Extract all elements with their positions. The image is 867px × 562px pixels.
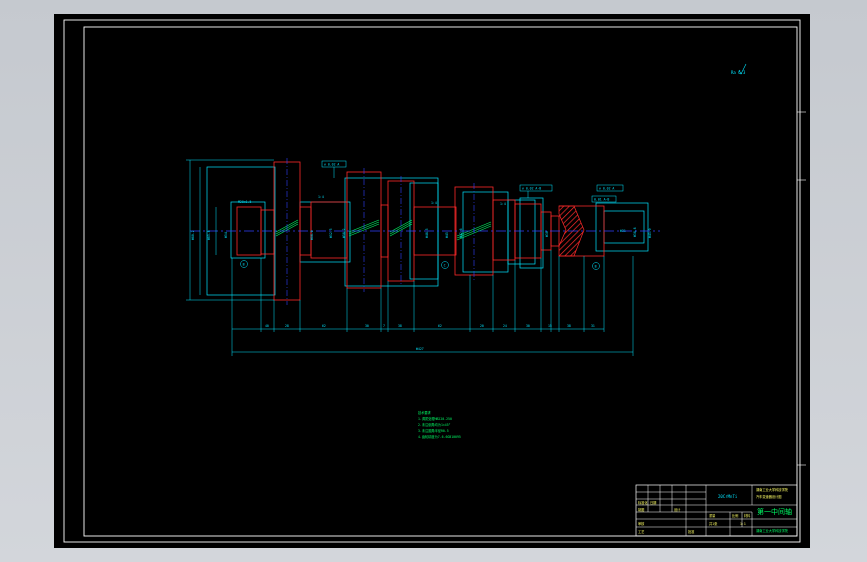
helix-label-mid: 1:4 bbox=[431, 201, 437, 205]
dim-1: 40 bbox=[265, 324, 269, 328]
dim-9: 24 bbox=[503, 324, 507, 328]
diameter-label-11: Φ38.8 bbox=[633, 227, 637, 237]
thread-label: M20x1.5 bbox=[238, 200, 252, 204]
diameter-label-4: Φ68.0 bbox=[310, 230, 314, 240]
tb-subtitle: 汽车变速器设计图 bbox=[756, 494, 782, 499]
tb-material: 材料 bbox=[744, 513, 751, 518]
tb-approve: 批准 bbox=[688, 529, 695, 534]
dim-2: 28 bbox=[285, 324, 289, 328]
helix-label-right: 1:4 bbox=[500, 202, 506, 206]
diameter-label-2: Φ65.8 bbox=[207, 230, 211, 240]
diameter-label-10: Φ30 bbox=[545, 231, 549, 237]
dim-7: 62 bbox=[438, 324, 442, 328]
helix-label-left: 1:4 bbox=[318, 195, 324, 199]
diameter-label-12: Φ31 bbox=[620, 229, 626, 233]
notes-title: 技术要求 bbox=[418, 410, 432, 415]
diameter-label-3: Φ54 bbox=[224, 232, 228, 238]
roughness-text: Ra 6.3 bbox=[731, 70, 746, 75]
note-item-3: 3.未注圆角半径R0.5 bbox=[418, 428, 449, 433]
tb-footer: 湖南工业大学科技学院 bbox=[756, 528, 789, 533]
diameter-label-5: Φ52.5 bbox=[329, 228, 333, 238]
diameter-label-1: Φ80.2 bbox=[191, 230, 195, 240]
dim-10: 30 bbox=[526, 324, 530, 328]
diameter-label-7: Φ48.5 bbox=[425, 228, 429, 238]
dim-8: 20 bbox=[480, 324, 484, 328]
tb-designer: 设计 bbox=[674, 507, 681, 512]
cad-viewport[interactable]: Ra 6.3 Φ80.2 Φ65.8 Φ54 Φ68.0 Φ52.5 Φ58.2… bbox=[0, 0, 867, 562]
drawing-canvas[interactable]: Ra 6.3 Φ80.2 Φ65.8 Φ54 Φ68.0 Φ52.5 Φ58.2… bbox=[0, 0, 867, 562]
diameter-label-13: Φ45.9 bbox=[648, 228, 652, 238]
dim-13: 31 bbox=[591, 324, 595, 328]
diameter-label-9: Φ42.6 bbox=[459, 228, 463, 238]
canvas-background bbox=[54, 14, 810, 548]
dim-5: 7 bbox=[383, 324, 385, 328]
dim-3: 62 bbox=[322, 324, 326, 328]
tb-standard: 标准化 bbox=[638, 500, 648, 505]
note-item-2: 2.未注倒角均为1×45° bbox=[418, 422, 451, 427]
datum-c-text: B bbox=[595, 265, 597, 269]
gdt-right2-text: 0.01 A-B bbox=[594, 198, 609, 202]
dim-12: 38 bbox=[567, 324, 571, 328]
gdt-mid-text: ⌀ 0.02 A-B bbox=[522, 187, 541, 191]
tb-part-name: 第一中间轴 bbox=[757, 507, 792, 516]
tb-sheet: 共1张 bbox=[709, 521, 718, 526]
dim-4: 30 bbox=[365, 324, 369, 328]
dim-11: 15 bbox=[548, 324, 552, 328]
dim-total: Φ427 bbox=[416, 347, 424, 351]
datum-a-text: B bbox=[243, 263, 245, 267]
tb-date: 日期 bbox=[650, 500, 656, 505]
tb-school: 湖南工业大学科技学院 bbox=[756, 487, 789, 492]
note-item-4: 4.齿轮精度为7-6-6GB10095 bbox=[418, 434, 461, 439]
note-item-1: 1.调质处理HB220-250 bbox=[418, 416, 452, 421]
gdt-right-text: ⌀ 0.02 A bbox=[599, 187, 614, 191]
tb-process: 工艺 bbox=[638, 529, 644, 534]
diameter-label-8: Φ45 bbox=[445, 232, 449, 238]
gdt-left-text: ⌀ 0.02 A bbox=[324, 163, 339, 167]
tb-material-code: 20CrMnTi bbox=[718, 494, 738, 499]
tb-weight: 重量 bbox=[709, 513, 716, 518]
tb-drawn: 制图 bbox=[638, 507, 644, 512]
tb-scale-value: 1:1 bbox=[740, 522, 746, 526]
datum-b-text: C bbox=[444, 264, 446, 268]
tb-scale: 比例 bbox=[732, 513, 738, 518]
tb-checker: 审核 bbox=[638, 521, 645, 526]
dim-6: 38 bbox=[398, 324, 402, 328]
diameter-label-6: Φ58.2 bbox=[342, 228, 346, 238]
